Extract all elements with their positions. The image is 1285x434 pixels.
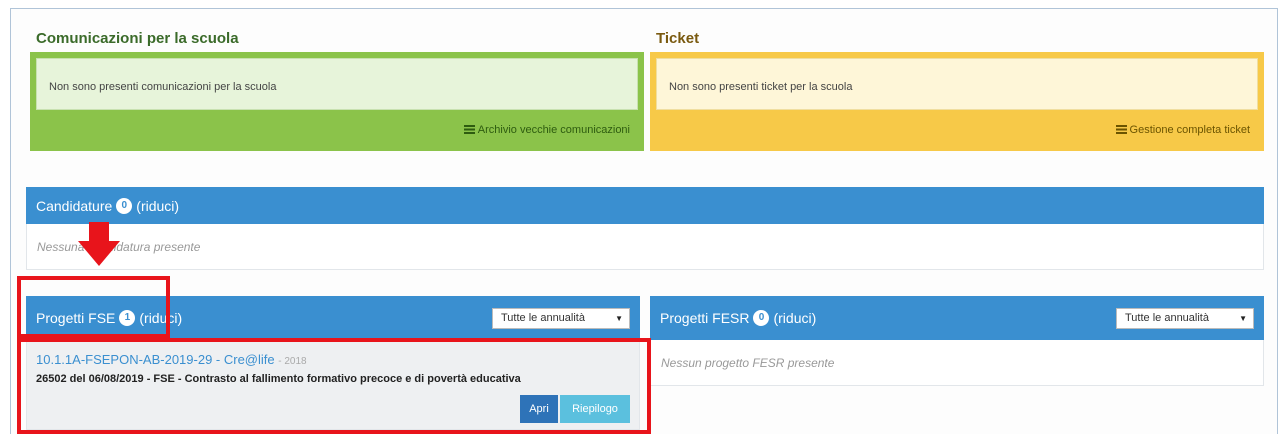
caret-down-icon: ▼ bbox=[1239, 314, 1247, 323]
ticket-title: Ticket bbox=[656, 30, 700, 47]
fesr-body: Nessun progetto FESR presente bbox=[650, 340, 1264, 386]
caret-down-icon: ▼ bbox=[615, 314, 623, 323]
manage-ticket-link[interactable]: Gestione completa ticket bbox=[1115, 124, 1250, 136]
annotation-box-fse-project bbox=[17, 338, 651, 434]
candidature-toggle[interactable]: (riduci) bbox=[136, 198, 179, 214]
archive-link-label: Archivio vecchie comunicazioni bbox=[477, 124, 630, 136]
comunicazioni-title: Comunicazioni per la scuola bbox=[36, 30, 239, 47]
manage-ticket-link-label: Gestione completa ticket bbox=[1129, 124, 1250, 136]
ticket-box: Non sono presenti ticket per la scuola G… bbox=[650, 52, 1264, 151]
list-icon bbox=[463, 125, 475, 134]
fesr-title: Progetti FESR bbox=[660, 310, 750, 326]
annotation-arrow-down-icon bbox=[78, 241, 120, 266]
annotation-box-fse-header bbox=[17, 276, 170, 338]
list-icon bbox=[1115, 125, 1127, 134]
fesr-empty-text: Nessun progetto FESR presente bbox=[661, 356, 835, 370]
fse-year-select[interactable]: Tutte le annualità ▼ bbox=[492, 308, 630, 329]
fesr-toggle[interactable]: (riduci) bbox=[773, 310, 816, 326]
fesr-year-select-value: Tutte le annualità bbox=[1125, 312, 1209, 324]
annotation-arrow-stem bbox=[89, 222, 109, 242]
candidature-title: Candidature bbox=[36, 197, 113, 214]
fesr-count-badge: 0 bbox=[753, 310, 770, 326]
archive-link[interactable]: Archivio vecchie comunicazioni bbox=[463, 124, 630, 136]
fse-year-select-value: Tutte le annualità bbox=[501, 312, 585, 324]
comunicazioni-box: Non sono presenti comunicazioni per la s… bbox=[30, 52, 644, 151]
fesr-year-select[interactable]: Tutte le annualità ▼ bbox=[1116, 308, 1254, 329]
comunicazioni-message: Non sono presenti comunicazioni per la s… bbox=[36, 58, 638, 110]
candidature-count-badge: 0 bbox=[116, 197, 133, 214]
candidature-header: Candidature 0 (riduci) bbox=[26, 187, 1264, 224]
ticket-message: Non sono presenti ticket per la scuola bbox=[656, 58, 1258, 110]
candidature-body: Nessuna candidatura presente bbox=[26, 224, 1264, 270]
